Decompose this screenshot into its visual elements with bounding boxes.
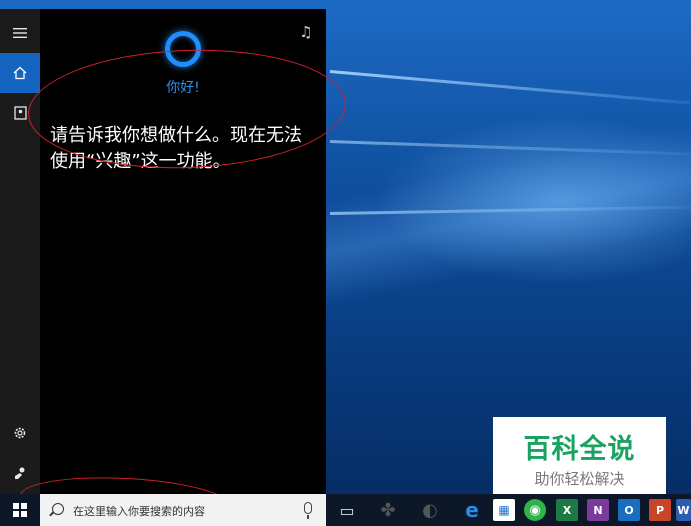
start-button[interactable] [0,494,40,526]
microphone-icon[interactable] [304,502,312,519]
pinwheel-app-icon[interactable]: ✤ [377,499,399,521]
chrome-like-icon[interactable]: ◉ [524,499,546,521]
task-view-icon[interactable]: ▭ [336,499,358,521]
edge-icon[interactable]: e [461,498,483,522]
cortana-sidebar [0,9,40,494]
excel-icon[interactable]: X [556,499,578,521]
windows-logo-icon [13,503,27,517]
wallpaper-light-beam [329,70,690,105]
search-icon [52,503,64,515]
wallpaper-light-beam [329,140,691,156]
taskbar: 在这里输入你要搜索的内容 ▭ ✤ ◐ e ▦ ◉ X N O P W [0,494,691,526]
search-placeholder: 在这里输入你要搜索的内容 [73,505,205,518]
circle-app-icon[interactable]: ◐ [419,499,441,521]
settings-gear-icon[interactable] [0,413,40,453]
music-note-icon[interactable]: ♫ [296,23,316,43]
watermark-title: 百科全说 [523,434,636,465]
watermark-subtitle: 助你轻松解决 [534,470,625,488]
onenote-icon[interactable]: N [587,499,609,521]
wallpaper-light-beam [329,205,691,215]
store-icon[interactable]: ▦ [493,499,515,521]
watermark-badge: 百科全说 助你轻松解决 [493,417,666,499]
word-icon[interactable]: W [676,499,691,521]
home-icon[interactable] [0,53,40,93]
outlook-icon[interactable]: O [618,499,640,521]
hamburger-menu-icon[interactable] [0,13,40,53]
search-box[interactable]: 在这里输入你要搜索的内容 [40,494,326,526]
powerpoint-icon[interactable]: P [649,499,671,521]
